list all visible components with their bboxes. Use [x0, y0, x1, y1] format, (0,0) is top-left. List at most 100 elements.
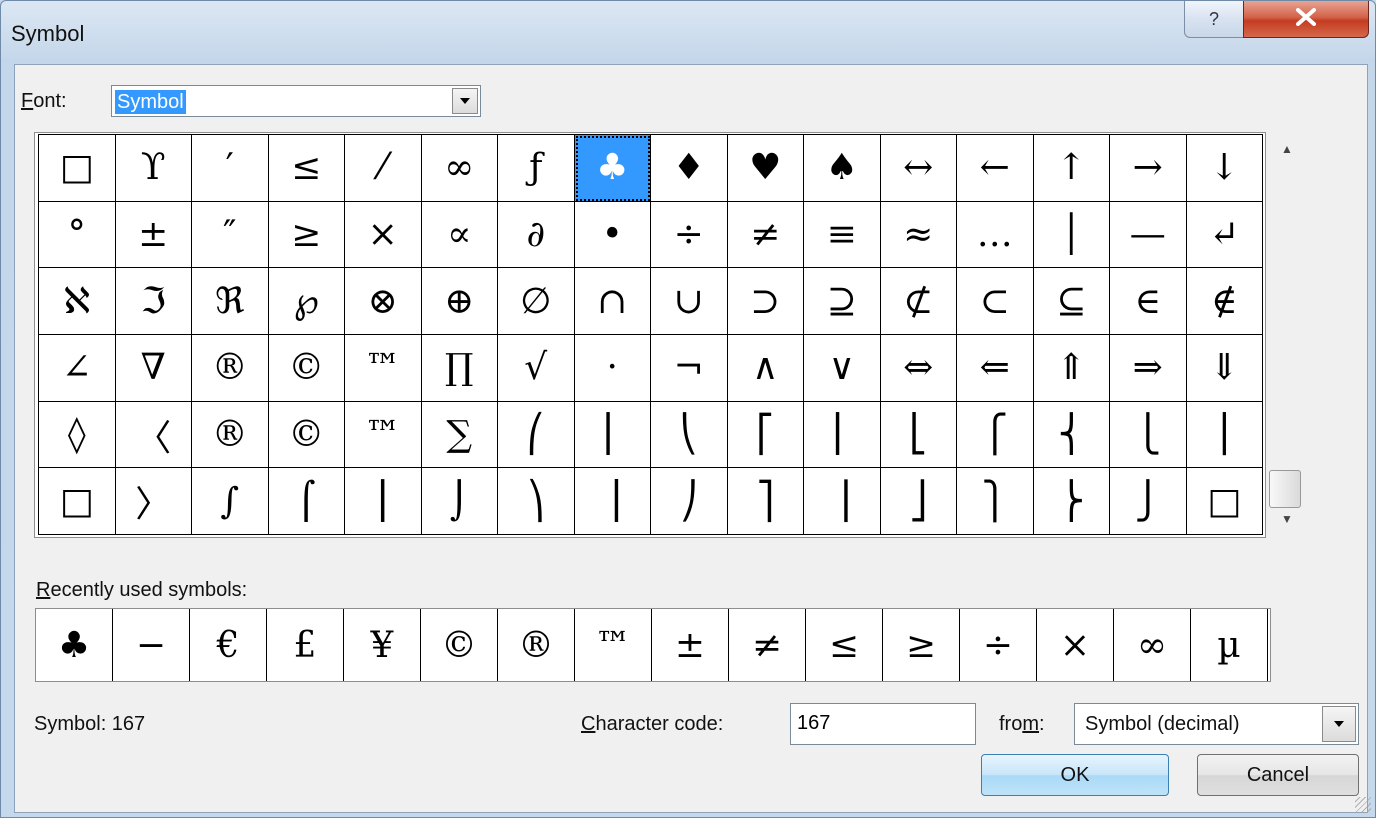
scroll-down-icon[interactable]: ▼: [1276, 508, 1298, 530]
recent-symbol-cell[interactable]: ®: [498, 609, 575, 681]
symbol-cell[interactable]: ∫: [192, 468, 269, 536]
symbol-cell[interactable]: ƒ: [498, 135, 575, 202]
symbol-cell[interactable]: ⊆: [1033, 268, 1110, 336]
symbol-cell[interactable]: ⎩: [1110, 401, 1187, 469]
symbol-cell[interactable]: ±: [115, 201, 192, 269]
symbol-cell[interactable]: ℘: [268, 268, 345, 336]
symbol-cell[interactable]: ≥: [268, 201, 345, 269]
symbol-cell[interactable]: ∈: [1110, 268, 1187, 336]
symbol-cell[interactable]: ≤: [268, 135, 345, 202]
symbol-cell[interactable]: ⊇: [804, 268, 881, 336]
symbol-cell[interactable]: ∅: [498, 268, 575, 336]
recent-symbol-cell[interactable]: ≠: [729, 609, 806, 681]
symbol-cell[interactable]: □: [39, 468, 116, 536]
symbol-cell[interactable]: ⎥: [804, 468, 881, 536]
symbol-cell[interactable]: ∨: [804, 335, 881, 402]
symbol-cell[interactable]: √: [498, 335, 575, 402]
symbol-cell[interactable]: ≈: [880, 201, 957, 269]
cancel-button[interactable]: Cancel: [1197, 754, 1359, 796]
symbol-cell[interactable]: □: [39, 135, 116, 202]
symbol-cell[interactable]: ↑: [1033, 135, 1110, 202]
recent-symbol-cell[interactable]: ×: [1037, 609, 1114, 681]
symbol-cell[interactable]: ″: [192, 201, 269, 269]
symbol-cell[interactable]: ®: [192, 401, 269, 469]
symbol-cell[interactable]: ∉: [1186, 268, 1263, 336]
symbol-cell[interactable]: →: [1110, 135, 1187, 202]
scroll-up-icon[interactable]: ▲: [1276, 138, 1298, 160]
symbol-cell[interactable]: ⎬: [1033, 468, 1110, 536]
symbol-cell[interactable]: ⊗: [345, 268, 422, 336]
symbol-cell[interactable]: ♥: [727, 135, 804, 202]
character-code-input[interactable]: 167: [790, 703, 976, 745]
symbol-cell[interactable]: ⎨: [1033, 401, 1110, 469]
symbol-cell[interactable]: ←: [957, 135, 1034, 202]
symbol-cell[interactable]: │: [1033, 201, 1110, 269]
symbol-cell[interactable]: ⎝: [651, 401, 728, 469]
recent-symbol-cell[interactable]: ≤: [806, 609, 883, 681]
symbol-cell[interactable]: ⎢: [804, 401, 881, 469]
symbol-cell[interactable]: °: [39, 201, 116, 269]
symbol-cell[interactable]: 〉: [115, 468, 192, 536]
symbol-cell[interactable]: □: [1186, 468, 1263, 536]
symbol-cell[interactable]: ◊: [39, 401, 116, 469]
symbol-cell[interactable]: ⎫: [957, 468, 1034, 536]
help-button[interactable]: ?: [1184, 1, 1244, 38]
chevron-down-icon[interactable]: [1322, 706, 1356, 742]
symbol-cell[interactable]: ♦: [651, 135, 728, 202]
symbol-cell[interactable]: ∑: [421, 401, 498, 469]
from-dropdown[interactable]: Symbol (decimal): [1074, 703, 1359, 745]
symbol-cell[interactable]: ∝: [421, 201, 498, 269]
symbol-cell[interactable]: ¬: [651, 335, 728, 402]
symbol-cell[interactable]: ⊄: [880, 268, 957, 336]
symbol-cell[interactable]: ∧: [727, 335, 804, 402]
symbol-cell[interactable]: ⎠: [651, 468, 728, 536]
symbol-cell[interactable]: ⎮: [345, 468, 422, 536]
close-button[interactable]: [1243, 1, 1369, 38]
symbol-cell[interactable]: ⎧: [957, 401, 1034, 469]
symbol-cell[interactable]: ⊃: [727, 268, 804, 336]
symbol-cell[interactable]: ≠: [727, 201, 804, 269]
recent-symbol-cell[interactable]: €: [190, 609, 267, 681]
recent-symbol-cell[interactable]: £: [267, 609, 344, 681]
symbol-cell[interactable]: ⎜: [574, 401, 651, 469]
recent-symbol-cell[interactable]: ♣: [36, 609, 113, 681]
symbol-cell[interactable]: ↓: [1186, 135, 1263, 202]
recent-symbol-cell[interactable]: µ: [1191, 609, 1268, 681]
recent-symbol-cell[interactable]: ≥: [883, 609, 960, 681]
ok-button[interactable]: OK: [981, 754, 1169, 796]
symbol-cell[interactable]: ∩: [574, 268, 651, 336]
symbol-cell[interactable]: ⇒: [1110, 335, 1187, 402]
symbol-cell[interactable]: ϒ: [115, 135, 192, 202]
symbol-cell[interactable]: ⁄: [345, 135, 422, 202]
symbol-cell[interactable]: ©: [268, 401, 345, 469]
symbol-cell[interactable]: ⎟: [574, 468, 651, 536]
recent-symbol-cell[interactable]: ÷: [960, 609, 1037, 681]
symbol-cell[interactable]: ℜ: [192, 268, 269, 336]
symbol-cell[interactable]: ©: [268, 335, 345, 402]
symbol-cell[interactable]: ′: [192, 135, 269, 202]
resize-grip-icon[interactable]: [1355, 797, 1371, 813]
symbol-cell[interactable]: ∠: [39, 335, 116, 402]
symbol-cell[interactable]: ⇓: [1186, 335, 1263, 402]
symbol-cell[interactable]: ÷: [651, 201, 728, 269]
recent-symbol-cell[interactable]: ¥: [344, 609, 421, 681]
symbol-cell[interactable]: ♠: [804, 135, 881, 202]
symbol-cell[interactable]: ⎪: [1186, 401, 1263, 469]
symbol-cell[interactable]: ⊕: [421, 268, 498, 336]
symbol-cell[interactable]: ∏: [421, 335, 498, 402]
symbol-cell[interactable]: ⇑: [1033, 335, 1110, 402]
symbol-cell[interactable]: ℑ: [115, 268, 192, 336]
font-dropdown[interactable]: Symbol: [111, 85, 481, 117]
symbol-cell[interactable]: ⎛: [498, 401, 575, 469]
symbol-cell[interactable]: ⎡: [727, 401, 804, 469]
symbol-cell[interactable]: ⌠: [268, 468, 345, 536]
symbol-cell[interactable]: ↔: [880, 135, 957, 202]
symbol-grid-scrollbar[interactable]: ▲ ▼: [1268, 132, 1306, 538]
symbol-cell[interactable]: ∪: [651, 268, 728, 336]
symbol-cell[interactable]: ℵ: [39, 268, 116, 336]
symbol-cell[interactable]: ×: [345, 201, 422, 269]
symbol-cell[interactable]: •: [574, 201, 651, 269]
symbol-cell[interactable]: ⇔: [880, 335, 957, 402]
symbol-cell[interactable]: ⇐: [957, 335, 1034, 402]
symbol-cell[interactable]: ⎞: [498, 468, 575, 536]
